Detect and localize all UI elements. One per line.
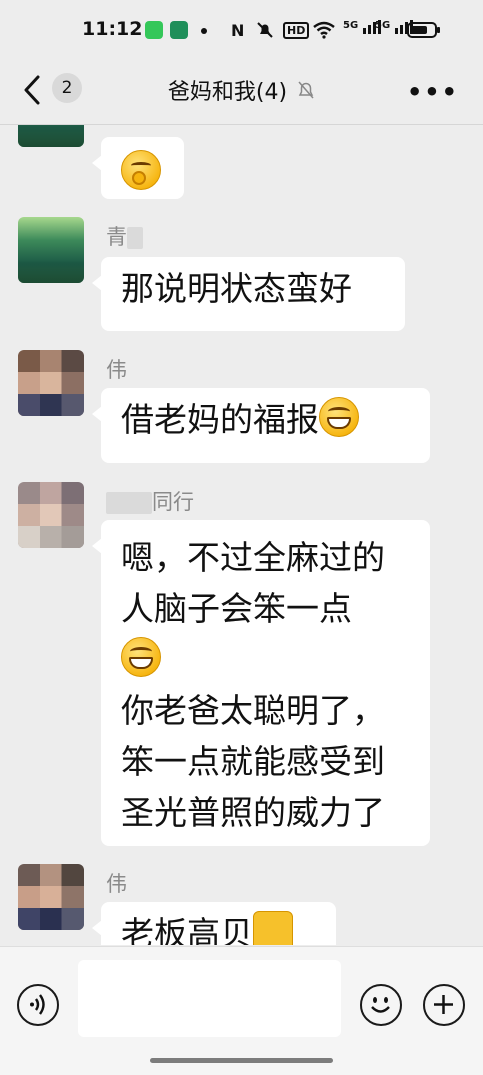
message-text: 你老爸太聪明了，: [121, 691, 385, 730]
status-time: 11:12: [82, 18, 143, 40]
messages-app-icon: [145, 21, 163, 39]
message-text: 嗯，不过全麻过的: [121, 538, 385, 577]
message-text: 那说明状态蛮好: [121, 269, 352, 308]
sender-name: 青: [106, 221, 143, 251]
message-bubble[interactable]: 老板高贝: [92, 902, 336, 945]
status-bar: 11:12 N HD 5G 5G: [0, 0, 483, 60]
mute-icon: [256, 21, 274, 43]
hd-icon: HD: [283, 22, 310, 39]
grin-emoji-icon: [121, 637, 161, 677]
voice-icon[interactable]: [17, 984, 59, 1026]
sender-name: 伟: [106, 872, 127, 896]
notification-dot-icon: [201, 28, 207, 34]
message-bubble[interactable]: 嗯，不过全麻过的 人脑子会笨一点 你老爸太聪明了， 笨一点就能感受到 圣光普照的…: [92, 520, 430, 846]
message-text: 借老妈的福报: [121, 400, 319, 439]
avatar[interactable]: [18, 350, 84, 416]
message-input[interactable]: [78, 960, 341, 1037]
oppo-app-icon: [170, 21, 188, 39]
battery-icon: [407, 22, 440, 38]
emoji-icon[interactable]: [360, 984, 402, 1026]
message-bubble[interactable]: 借老妈的福报: [92, 388, 430, 463]
home-indicator[interactable]: [150, 1058, 333, 1063]
nfc-icon: N: [231, 21, 245, 40]
message-text: 人脑子会笨一点: [121, 589, 352, 628]
grin-emoji-icon: [319, 397, 359, 437]
mute-bell-icon: [297, 80, 315, 100]
sim2-label: 5G: [375, 20, 391, 31]
message-bubble[interactable]: 那说明状态蛮好: [92, 257, 405, 331]
more-dots-icon[interactable]: •••: [407, 78, 459, 106]
avatar[interactable]: [18, 217, 84, 283]
avatar[interactable]: [18, 125, 84, 147]
thumbs-up-emoji-icon: [253, 911, 293, 945]
pinch-emoji-icon: [121, 150, 161, 190]
message-bubble[interactable]: [92, 137, 184, 199]
input-bar: [0, 946, 483, 1075]
avatar[interactable]: [18, 482, 84, 548]
chat-header: 2 爸妈和我(4) •••: [0, 60, 483, 122]
sim1-label: 5G: [343, 20, 359, 31]
plus-icon[interactable]: [423, 984, 465, 1026]
chat-message-list[interactable]: 青 那说明状态蛮好 伟 借老妈的福报 同行 嗯，不过全麻过的 人脑子会笨一点 你…: [0, 125, 483, 945]
message-text: 圣光普照的威力了: [121, 793, 385, 832]
avatar[interactable]: [18, 864, 84, 930]
message-text: 老板高贝: [121, 914, 253, 945]
sender-name: 伟: [106, 358, 127, 382]
message-text: 笨一点就能感受到: [121, 742, 385, 781]
page-title: 爸妈和我(4): [167, 80, 288, 105]
sender-name: 同行: [106, 486, 194, 516]
wifi-icon: [313, 21, 335, 43]
